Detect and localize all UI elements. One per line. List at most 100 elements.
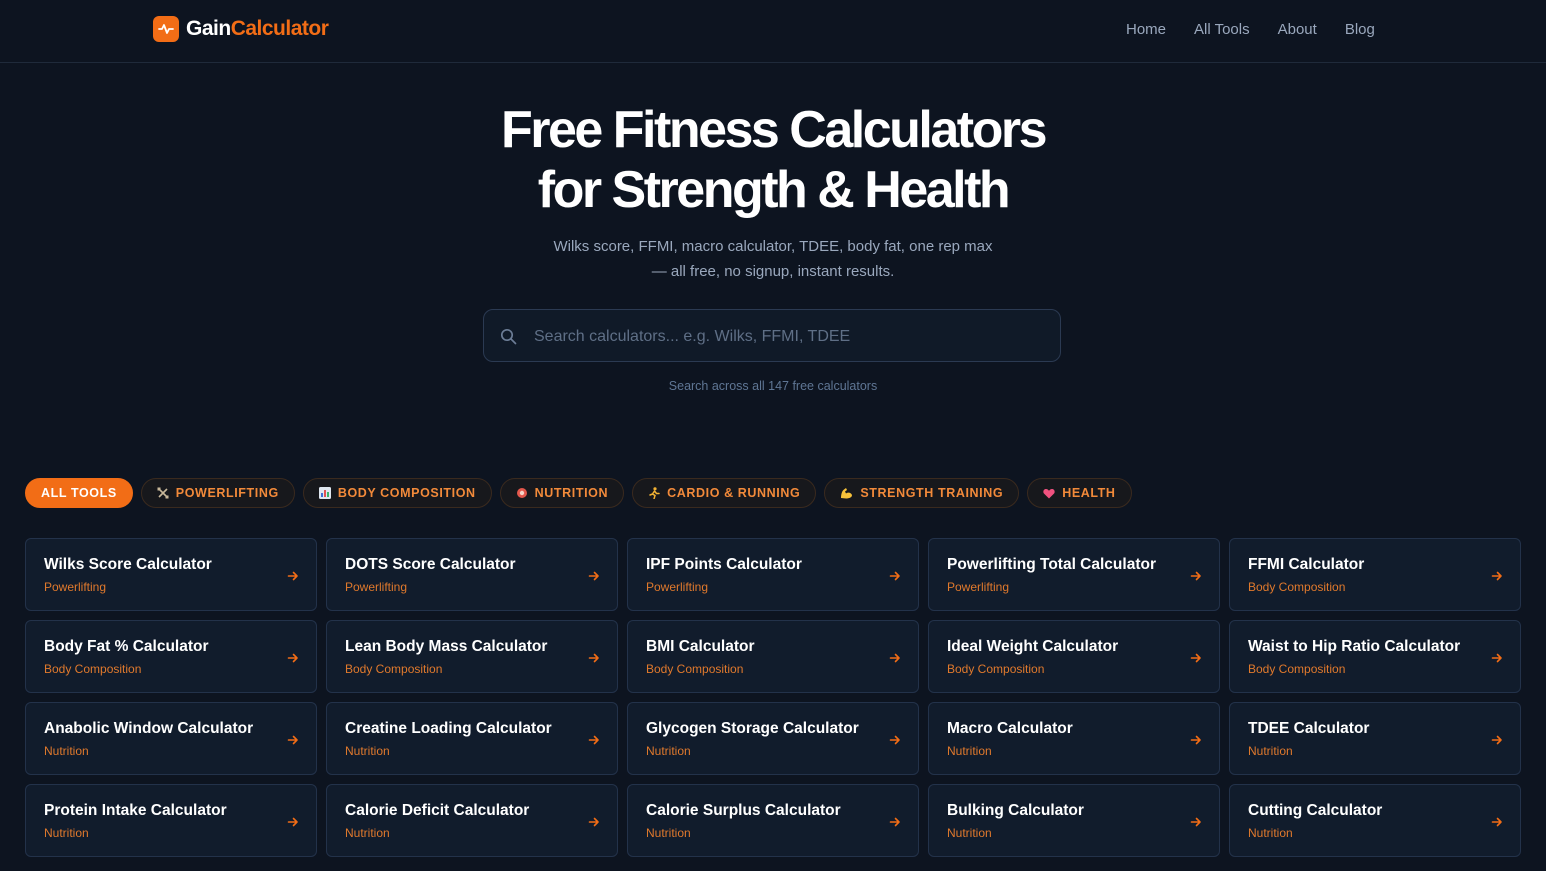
search-input[interactable] — [532, 310, 1051, 363]
tool-card[interactable]: Waist to Hip Ratio Calculator Body Compos… — [1229, 620, 1521, 693]
tool-card[interactable]: BMI Calculator Body Composition — [627, 620, 919, 693]
tool-card[interactable]: Protein Intake Calculator Nutrition — [25, 784, 317, 857]
tool-card[interactable]: Wilks Score Calculator Powerlifting — [25, 538, 317, 611]
search-icon — [500, 328, 517, 350]
tool-card[interactable]: Glycogen Storage Calculator Nutrition — [627, 702, 919, 775]
tool-card-title: Wilks Score Calculator — [44, 556, 212, 573]
tool-card-title: Glycogen Storage Calculator — [646, 720, 859, 737]
filter-label: HEALTH — [1062, 486, 1116, 500]
dumbbell-icon — [157, 487, 169, 499]
pulse-icon — [153, 16, 179, 42]
tool-card-title: Bulking Calculator — [947, 802, 1084, 819]
nav-links: Home All Tools About Blog — [1126, 21, 1403, 38]
tool-card-category: Nutrition — [44, 744, 89, 758]
tool-card[interactable]: Powerlifting Total Calculator Powerliftin… — [928, 538, 1220, 611]
tool-card[interactable]: IPF Points Calculator Powerlifting — [627, 538, 919, 611]
hero-title-line2: for Strength & Health — [537, 161, 1011, 219]
filter-label: CARDIO & RUNNING — [667, 486, 801, 500]
filter-label: STRENGTH TRAINING — [860, 486, 1004, 500]
tool-card-category: Body Composition — [646, 662, 744, 676]
filter-cardio-running[interactable]: CARDIO & RUNNING — [632, 478, 817, 508]
tool-card-category: Body Composition — [345, 662, 443, 676]
arrow-right-icon — [889, 651, 901, 669]
filter-body-composition[interactable]: BODY COMPOSITION — [302, 478, 492, 508]
arrow-right-icon — [1190, 815, 1202, 833]
arrow-right-icon — [1491, 569, 1503, 587]
arrow-right-icon — [1491, 733, 1503, 751]
tool-card[interactable]: Cutting Calculator Nutrition — [1229, 784, 1521, 857]
arrow-right-icon — [1491, 651, 1503, 669]
arrow-right-icon — [889, 569, 901, 587]
tool-card[interactable]: DOTS Score Calculator Powerlifting — [326, 538, 618, 611]
nav-link-blog[interactable]: Blog — [1345, 21, 1375, 38]
tool-card-title: Calorie Surplus Calculator — [646, 802, 841, 819]
tool-card-category: Powerlifting — [947, 580, 1010, 594]
tool-card-category: Nutrition — [345, 826, 390, 840]
tool-card-category: Nutrition — [1248, 744, 1293, 758]
filter-label: BODY COMPOSITION — [337, 486, 476, 500]
hero-subtitle-line1: Wilks score, FFMI, macro calculator, TDE… — [553, 238, 993, 255]
tool-card-category: Nutrition — [646, 744, 691, 758]
bar-chart-icon — [318, 487, 331, 499]
filter-strength-training[interactable]: STRENGTH TRAINING — [824, 478, 1020, 508]
filter-label: POWERLIFTING — [175, 486, 279, 500]
tool-card-category: Nutrition — [345, 744, 390, 758]
tool-card[interactable]: Body Fat % Calculator Body Composition — [25, 620, 317, 693]
arrow-right-icon — [588, 651, 600, 669]
nav-link-home[interactable]: Home — [1126, 21, 1166, 38]
tool-card-title: IPF Points Calculator — [646, 556, 802, 573]
tool-card-title: Macro Calculator — [947, 720, 1073, 737]
arrow-right-icon — [1190, 651, 1202, 669]
tool-card[interactable]: Ideal Weight Calculator Body Composition — [928, 620, 1220, 693]
tool-card[interactable]: Bulking Calculator Nutrition — [928, 784, 1220, 857]
runner-icon — [648, 487, 660, 499]
filter-powerlifting[interactable]: POWERLIFTING — [140, 478, 295, 508]
tool-card-title: DOTS Score Calculator — [345, 556, 516, 573]
arrow-right-icon — [287, 569, 299, 587]
tool-card-category: Body Composition — [947, 662, 1045, 676]
tool-card-title: BMI Calculator — [646, 638, 755, 655]
tool-card[interactable]: Calorie Surplus Calculator Nutrition — [627, 784, 919, 857]
tool-card[interactable]: Macro Calculator Nutrition — [928, 702, 1220, 775]
tool-card-title: Ideal Weight Calculator — [947, 638, 1119, 655]
tool-card-title: Lean Body Mass Calculator — [345, 638, 548, 655]
tools-grid: Wilks Score Calculator Powerlifting DOTS S… — [25, 538, 1521, 857]
tool-card-title: Anabolic Window Calculator — [44, 720, 254, 737]
hero-subtitle: Wilks score, FFMI, macro calculator, TDE… — [0, 234, 1546, 284]
filter-label: NUTRITION — [534, 486, 609, 500]
arrow-right-icon — [1190, 569, 1202, 587]
arrow-right-icon — [287, 733, 299, 751]
nav-link-about[interactable]: About — [1278, 21, 1317, 38]
tool-card-title: TDEE Calculator — [1248, 720, 1370, 737]
tool-card-category: Body Composition — [1248, 580, 1346, 594]
arrow-right-icon — [889, 815, 901, 833]
flexed-bicep-icon — [840, 487, 853, 499]
hero-title-line1: Free Fitness Calculators — [501, 101, 1048, 159]
filter-nutrition[interactable]: NUTRITION — [499, 478, 625, 508]
tool-card-category: Nutrition — [646, 826, 691, 840]
tool-card[interactable]: Creatine Loading Calculator Nutrition — [326, 702, 618, 775]
hero-subtitle-line2: — all free, no signup, instant results. — [651, 263, 895, 280]
logo[interactable]: GainCalculator — [153, 16, 329, 42]
search-box — [483, 309, 1061, 363]
tool-card[interactable]: Lean Body Mass Calculator Body Compositio… — [326, 620, 618, 693]
arrow-right-icon — [588, 569, 600, 587]
nav-link-all-tools[interactable]: All Tools — [1194, 21, 1250, 38]
tool-card-category: Nutrition — [947, 826, 992, 840]
arrow-right-icon — [287, 651, 299, 669]
tool-card-category: Body Composition — [1248, 662, 1346, 676]
arrow-right-icon — [588, 733, 600, 751]
arrow-right-icon — [1491, 815, 1503, 833]
filter-health[interactable]: HEALTH — [1027, 478, 1132, 508]
tool-card[interactable]: Anabolic Window Calculator Nutrition — [25, 702, 317, 775]
meat-icon — [516, 487, 528, 499]
arrow-right-icon — [889, 733, 901, 751]
tool-card[interactable]: Calorie Deficit Calculator Nutrition — [326, 784, 618, 857]
heart-icon — [1043, 488, 1055, 499]
tool-card-category: Nutrition — [1248, 826, 1293, 840]
filter-all-tools[interactable]: ALL TOOLS — [25, 478, 133, 508]
tool-card[interactable]: TDEE Calculator Nutrition — [1229, 702, 1521, 775]
tool-card-category: Powerlifting — [345, 580, 408, 594]
filter-label: ALL TOOLS — [41, 486, 117, 500]
tool-card[interactable]: FFMI Calculator Body Composition — [1229, 538, 1521, 611]
